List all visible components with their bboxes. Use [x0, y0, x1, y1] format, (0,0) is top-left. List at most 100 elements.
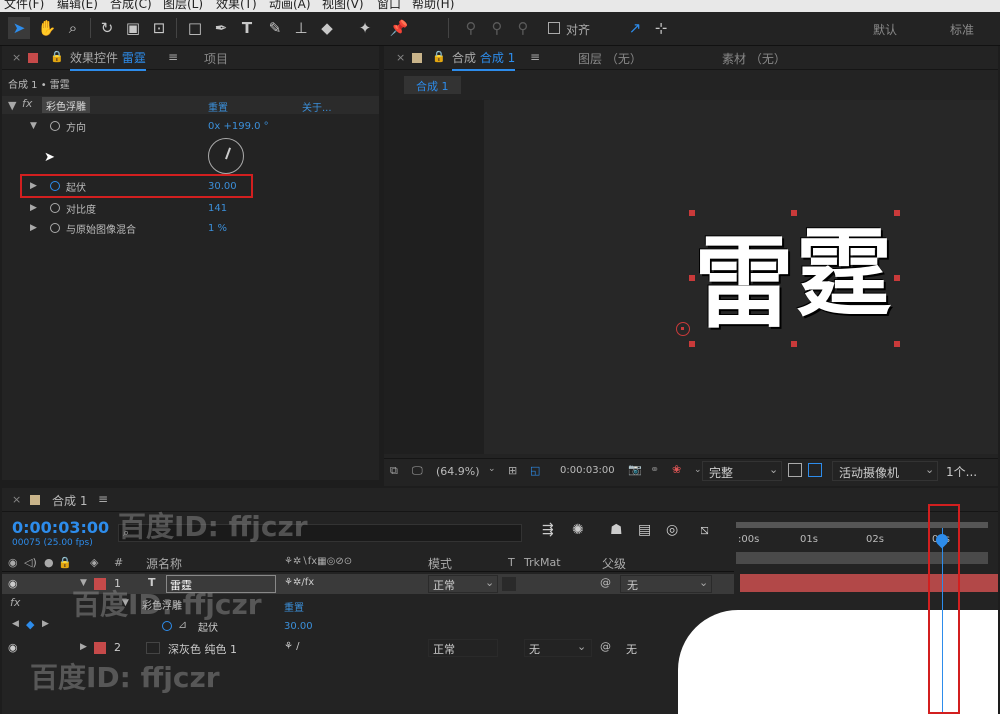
lock-icon[interactable]: 🔒 — [50, 50, 64, 63]
bbox-handle[interactable] — [689, 275, 695, 281]
reset-link[interactable]: 重置 — [284, 599, 304, 614]
eye-icon[interactable]: ◉ — [8, 577, 18, 590]
current-time-display[interactable]: 0:00:03:00 — [12, 518, 109, 537]
expand-triangle-icon[interactable]: ▶ — [80, 642, 87, 652]
next-keyframe-icon[interactable]: ▶ — [42, 619, 49, 629]
workspace-standard[interactable]: 标准 — [950, 21, 974, 38]
snapping-icon[interactable]: ↗ — [624, 17, 646, 39]
transparency-grid-icon[interactable] — [788, 463, 802, 477]
expand-triangle-icon[interactable]: ▶ — [30, 223, 37, 233]
align-checkbox[interactable] — [548, 22, 560, 34]
close-icon[interactable]: × — [396, 51, 405, 64]
comp-mini-flowchart-icon[interactable]: ⇶ — [542, 522, 554, 538]
frame-blending-icon[interactable]: ▤ — [638, 522, 651, 538]
rotate-tool-icon[interactable]: ↻ — [96, 17, 118, 39]
safe-margins-icon[interactable]: ⊞ — [508, 464, 517, 477]
stopwatch-icon[interactable] — [50, 121, 60, 131]
composition-tab[interactable]: 合成 合成 1 — [452, 49, 516, 71]
menu-animation[interactable]: 动画(A) — [269, 0, 311, 12]
layer-row-2[interactable]: ◉ ▶ 2 深灰色 纯色 1 ⚘ / 正常 无 ⌄ @ 无 — [2, 638, 734, 658]
effect-row[interactable]: ▼ fx 彩色浮雕 重置 关于... — [2, 96, 379, 114]
type-tool-icon[interactable]: T — [236, 17, 258, 39]
effect-controls-tab[interactable]: 效果控件 雷霆 — [70, 49, 146, 71]
property-value[interactable]: 141 — [208, 203, 227, 214]
always-preview-icon[interactable]: ⧉ — [390, 464, 398, 478]
menu-file[interactable]: 文件(F) — [4, 0, 44, 12]
pick-whip-icon[interactable]: @ — [600, 640, 611, 653]
timeline-tab[interactable]: 合成 1 — [52, 492, 87, 509]
layer-switches[interactable]: ⚘✲/fx — [284, 577, 314, 588]
panel-menu-icon[interactable]: ≡ — [98, 492, 108, 506]
eraser-tool-icon[interactable]: ◆ — [316, 17, 338, 39]
selection-tool-icon[interactable]: ➤ — [8, 17, 30, 39]
snap-options-icon[interactable]: ⊹ — [650, 17, 672, 39]
viewer-canvas[interactable]: 雷 霆 — [384, 100, 998, 454]
layer-label-color[interactable] — [94, 642, 106, 654]
show-snapshot-icon[interactable]: ⚭ — [650, 463, 659, 476]
bbox-handle[interactable] — [689, 341, 695, 347]
brush-tool-icon[interactable]: ✎ — [264, 17, 286, 39]
lock-icon[interactable]: 🔒 — [432, 50, 446, 63]
preserve-transparency-toggle[interactable] — [502, 577, 516, 591]
bbox-handle[interactable] — [894, 275, 900, 281]
mode-dropdown[interactable]: 正常 ⌄ — [428, 575, 498, 593]
views-dropdown[interactable]: 1个... — [946, 463, 977, 480]
trkmat-dropdown[interactable]: 无 ⌄ — [524, 639, 592, 657]
rectangle-tool-icon[interactable]: □ — [184, 17, 206, 39]
bbox-handle[interactable] — [689, 210, 695, 216]
parent-dropdown[interactable]: 无 ⌄ — [620, 575, 712, 593]
hand-tool-icon[interactable]: ✋ — [36, 17, 58, 39]
menu-view[interactable]: 视图(V) — [322, 0, 364, 12]
3d-view-icon[interactable] — [808, 463, 822, 477]
prev-keyframe-icon[interactable]: ◀ — [12, 619, 19, 629]
property-value[interactable]: 1 % — [208, 223, 227, 234]
resolution-dropdown[interactable]: 完整 ⌄ — [702, 461, 782, 481]
parent-value[interactable]: 无 — [626, 641, 637, 657]
zoom-dropdown[interactable]: (64.9%) — [436, 465, 480, 478]
panel-menu-icon[interactable]: ≡ — [168, 50, 178, 64]
column-source-name[interactable]: 源名称 — [146, 555, 182, 572]
graph-editor-icon[interactable]: ⧅ — [700, 522, 709, 538]
stopwatch-icon[interactable] — [50, 203, 60, 213]
menu-layer[interactable]: 图层(L) — [163, 0, 203, 12]
text-layer-artwork[interactable]: 雷 霆 — [690, 210, 902, 345]
project-tab[interactable]: 项目 — [204, 50, 228, 67]
bbox-handle[interactable] — [894, 341, 900, 347]
puppet-pin-tool-icon[interactable]: 📌 — [388, 17, 410, 39]
camera-dropdown[interactable]: 活动摄像机 ⌄ — [832, 461, 938, 481]
pick-whip-icon[interactable]: @ — [600, 576, 611, 589]
mode-dropdown[interactable]: 正常 — [428, 639, 498, 657]
about-link[interactable]: 关于... — [302, 99, 332, 114]
channel-icon[interactable]: ❀ — [672, 463, 681, 476]
snapshot-icon[interactable]: 📷 — [628, 463, 642, 476]
menu-window[interactable]: 窗口 — [377, 0, 401, 12]
comp-navigator-chip[interactable]: 合成 1 — [404, 76, 461, 94]
zoom-tool-icon[interactable]: ⌕ — [62, 17, 84, 39]
keyframe-icon[interactable]: ◆ — [26, 618, 34, 631]
property-value[interactable]: 30.00 — [284, 621, 313, 632]
roto-brush-tool-icon[interactable]: ✦ — [354, 17, 376, 39]
stopwatch-icon[interactable] — [50, 223, 60, 233]
menu-help[interactable]: 帮助(H) — [412, 0, 454, 12]
shy-layers-icon[interactable]: ☗ — [610, 522, 623, 538]
bbox-handle[interactable] — [791, 341, 797, 347]
bbox-handle[interactable] — [791, 210, 797, 216]
expand-triangle-icon[interactable]: ▼ — [30, 121, 37, 131]
footage-tab[interactable]: 素材 （无） — [722, 50, 786, 67]
expand-triangle-icon[interactable]: ▶ — [30, 203, 37, 213]
camera-tool-icon[interactable]: ▣ — [122, 17, 144, 39]
menu-edit[interactable]: 编辑(E) — [57, 0, 98, 12]
layer-switches[interactable]: ⚘ / — [284, 641, 300, 652]
close-icon[interactable]: × — [12, 51, 21, 64]
panel-menu-icon[interactable]: ≡ — [530, 50, 540, 64]
viewer-timecode[interactable]: 0:00:03:00 — [560, 465, 615, 476]
collapse-triangle-icon[interactable]: ▼ — [8, 99, 16, 112]
draft-3d-icon[interactable]: ✺ — [572, 522, 584, 538]
direction-dial[interactable] — [208, 138, 244, 174]
pan-behind-tool-icon[interactable]: ⊡ — [148, 17, 170, 39]
eye-icon[interactable]: ◉ — [8, 641, 18, 654]
region-of-interest-icon[interactable]: ◱ — [530, 464, 540, 477]
menu-effect[interactable]: 效果(T) — [216, 0, 257, 12]
reset-link[interactable]: 重置 — [208, 99, 228, 114]
motion-blur-icon[interactable]: ◎ — [666, 522, 678, 538]
